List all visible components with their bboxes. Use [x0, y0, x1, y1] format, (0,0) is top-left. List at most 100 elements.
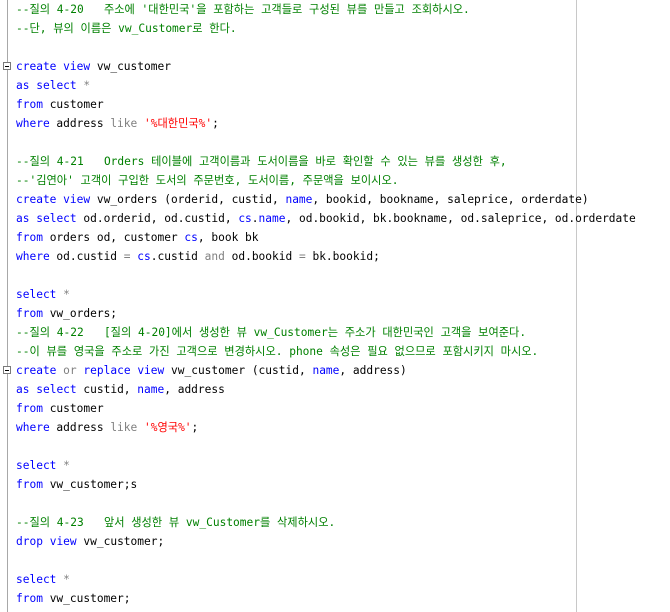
code-token: --질의 4-23 앞서 생성한 뷰 vw_Customer를 삭제하시오. [16, 516, 336, 529]
code-token: address [49, 117, 111, 130]
code-line[interactable]: select * [16, 570, 70, 589]
code-token: orders od, customer [42, 231, 185, 244]
code-token: '%대한민국%' [144, 117, 213, 130]
code-line[interactable]: --질의 4-22 [질의 4-20]에서 생성한 뷰 vw_Customer는… [16, 323, 526, 342]
code-line[interactable]: select * [16, 285, 70, 304]
code-token: = [123, 250, 131, 263]
code-token: vw_customer; [42, 592, 131, 605]
code-token: from [16, 592, 43, 605]
code-line[interactable]: --'김연아' 고객이 구입한 도서의 주문번호, 도서이름, 주문액을 보이시… [16, 171, 399, 190]
code-token: name [258, 212, 286, 225]
code-token: customer [42, 402, 104, 415]
code-token: select [16, 459, 57, 472]
code-line[interactable]: create or replace view vw_customer (cust… [16, 361, 407, 380]
code-line[interactable]: where od.custid = cs.custid and od.booki… [16, 247, 380, 266]
code-token: from [16, 478, 43, 491]
code-token: view [63, 193, 91, 206]
code-token: cs [137, 250, 151, 263]
code-token: address [49, 421, 111, 434]
code-token: customer [42, 98, 104, 111]
code-token: select [16, 573, 57, 586]
code-token: vw_orders (orderid, custid, [90, 193, 286, 206]
code-token: --질의 4-22 [질의 4-20]에서 생성한 뷰 vw_Customer는… [16, 326, 527, 339]
code-token: view [49, 535, 77, 548]
code-token: --질의 4-21 Orders 테이블에 고객이름과 도서이름을 바로 확인할… [16, 155, 507, 168]
code-token: , address [164, 383, 225, 396]
code-token: ; [212, 117, 219, 130]
sql-editor[interactable]: --질의 4-20 주소에 '대한민국'을 포함하는 고객들로 구성된 뷰를 만… [0, 0, 670, 612]
code-line[interactable]: create view vw_orders (orderid, custid, … [16, 190, 589, 209]
code-token: where [16, 250, 50, 263]
code-token: name [312, 364, 340, 377]
code-token: --이 뷰를 영국을 주소로 가진 고객으로 변경하시오. phone 속성은 … [16, 345, 539, 358]
code-token: --질의 4-20 주소에 '대한민국'을 포함하는 고객들로 구성된 뷰를 만… [16, 3, 470, 16]
code-line[interactable]: --이 뷰를 영국을 주소로 가진 고객으로 변경하시오. phone 속성은 … [16, 342, 538, 361]
code-line[interactable]: from vw_customer; [16, 589, 131, 608]
code-token: select [36, 79, 77, 92]
code-token: , bookid, bookname, saleprice, orderdate… [312, 193, 589, 206]
code-token: , od.bookid, bk.bookname, od.saleprice, … [285, 212, 636, 225]
code-token: * [63, 288, 70, 301]
fold-collapse-icon[interactable] [3, 366, 11, 374]
code-token: like [110, 117, 138, 130]
code-token: = [298, 250, 306, 263]
code-token: * [63, 573, 70, 586]
code-token: or [63, 364, 77, 377]
code-token: create [16, 60, 57, 73]
code-token: and [204, 250, 225, 263]
code-token: as [16, 212, 30, 225]
code-line[interactable]: where address like '%대한민국%'; [16, 114, 219, 133]
code-token: --단, 뷰의 이름은 vw_Customer로 한다. [16, 22, 237, 35]
code-line[interactable]: from orders od, customer cs, book bk [16, 228, 259, 247]
code-line[interactable]: where address like '%영국%'; [16, 418, 198, 437]
code-token: , address) [339, 364, 407, 377]
code-token: as [16, 383, 30, 396]
code-token: ; [191, 421, 199, 434]
code-line[interactable]: --질의 4-20 주소에 '대한민국'을 포함하는 고객들로 구성된 뷰를 만… [16, 0, 470, 19]
right-margin-line [576, 0, 577, 612]
code-line[interactable]: drop view vw_customer; [16, 532, 164, 551]
code-token: --'김연아' 고객이 구입한 도서의 주문번호, 도서이름, 주문액을 보이시… [16, 174, 399, 187]
code-token: from [16, 231, 43, 244]
code-token: bk.bookid; [305, 250, 380, 263]
fold-gutter-line [7, 0, 8, 612]
code-line[interactable]: from customer [16, 399, 104, 418]
code-token: select [36, 383, 77, 396]
code-token: replace [83, 364, 131, 377]
code-token: select [16, 288, 57, 301]
code-line[interactable]: create view vw_customer [16, 57, 171, 76]
code-line[interactable]: select * [16, 456, 70, 475]
code-token: vw_customer;s [42, 478, 138, 491]
code-token: create [16, 364, 57, 377]
code-token: od.bookid [224, 250, 299, 263]
code-token: . [251, 212, 259, 225]
code-line[interactable]: --단, 뷰의 이름은 vw_Customer로 한다. [16, 19, 237, 38]
code-token: od.custid [49, 250, 124, 263]
code-token: vw_customer; [76, 535, 165, 548]
code-token: view [137, 364, 165, 377]
code-token: vw_customer [90, 60, 171, 73]
code-token: name [285, 193, 313, 206]
code-token: as [16, 79, 30, 92]
code-token: where [16, 117, 50, 130]
code-token: from [16, 307, 43, 320]
code-token: custid, [76, 383, 138, 396]
fold-collapse-icon[interactable] [3, 62, 11, 70]
code-line[interactable]: from vw_orders; [16, 304, 117, 323]
code-line[interactable]: as select * [16, 76, 90, 95]
code-line[interactable]: --질의 4-23 앞서 생성한 뷰 vw_Customer를 삭제하시오. [16, 513, 335, 532]
code-line[interactable]: as select od.orderid, od.custid, cs.name… [16, 209, 636, 228]
code-line[interactable]: --질의 4-21 Orders 테이블에 고객이름과 도서이름을 바로 확인할… [16, 152, 507, 171]
code-token: , book bk [197, 231, 259, 244]
code-token: from [16, 98, 43, 111]
code-line[interactable]: from customer [16, 95, 104, 114]
code-line[interactable]: from vw_customer;s [16, 475, 137, 494]
code-token: like [110, 421, 138, 434]
code-token: where [16, 421, 50, 434]
code-token: * [83, 79, 91, 92]
code-token: cs [238, 212, 252, 225]
code-line[interactable]: as select custid, name, address [16, 380, 225, 399]
